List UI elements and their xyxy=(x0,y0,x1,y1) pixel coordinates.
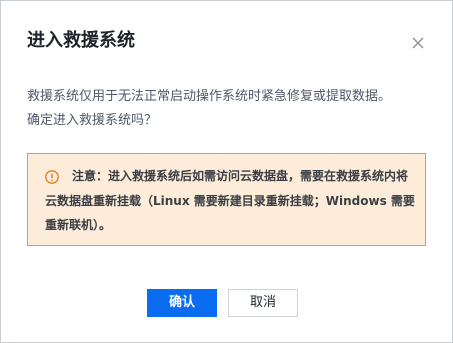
notice-box: 注意：进入救援系统后如需访问云数据盘，需要在救援系统内将云数据盘重新挂载（Lin… xyxy=(27,153,426,246)
notice-text: 注意：进入救援系统后如需访问云数据盘，需要在救援系统内将云数据盘重新挂载（Lin… xyxy=(45,169,415,232)
close-icon[interactable] xyxy=(410,35,426,51)
description-line-1: 救援系统仅用于无法正常启动操作系统时紧急修复或提取数据。 xyxy=(27,89,392,104)
dialog-title: 进入救援系统 xyxy=(27,30,135,51)
rescue-system-dialog: 进入救援系统 救援系统仅用于无法正常启动操作系统时紧急修复或提取数据。 确定进入… xyxy=(0,0,453,343)
description-line-2: 确定进入救援系统吗？ xyxy=(27,113,158,128)
dialog-description: 救援系统仅用于无法正常启动操作系统时紧急修复或提取数据。 确定进入救援系统吗？ xyxy=(27,85,432,133)
confirm-button[interactable]: 确认 xyxy=(147,289,217,317)
cancel-button[interactable]: 取消 xyxy=(228,289,298,317)
